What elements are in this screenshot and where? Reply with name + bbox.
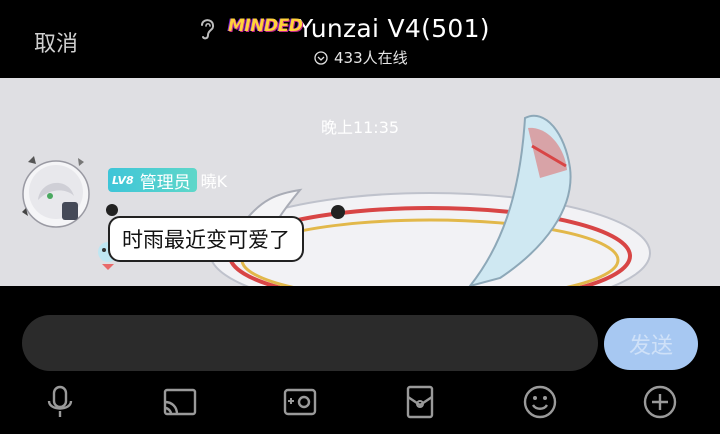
online-count: 433人在线	[334, 49, 408, 67]
composer-toolbar	[0, 380, 720, 424]
cast-icon	[163, 388, 197, 416]
message-input[interactable]	[22, 315, 598, 371]
sender-name-row: LV8 管理员 曉K	[108, 168, 228, 193]
red-packet-icon	[406, 385, 434, 419]
emoji-icon	[523, 385, 557, 419]
role-label: 管理员	[139, 172, 191, 193]
group-name: Yunzai V4(501)	[298, 13, 490, 43]
message-timestamp: 晚上11:35	[320, 118, 400, 137]
microphone-button[interactable]	[40, 380, 80, 424]
sender-avatar[interactable]	[16, 152, 92, 236]
top-bar: 取消 MINDED Yunzai V4(501) 433人在线	[0, 0, 720, 78]
microphone-icon	[47, 385, 73, 417]
online-status: 433人在线	[314, 47, 408, 68]
red-packet-button[interactable]	[400, 380, 440, 424]
ear-icon	[201, 19, 215, 40]
plus-icon	[643, 385, 677, 419]
photo-button[interactable]	[280, 380, 320, 424]
send-button[interactable]: 发送	[604, 318, 698, 370]
check-circle-icon	[314, 50, 328, 65]
more-button[interactable]	[640, 380, 680, 424]
chat-area[interactable]: 晚上11:35 LV8 管理员 曉K 时雨最近变可爱了	[0, 78, 720, 286]
emoji-button[interactable]	[520, 380, 560, 424]
photo-icon	[283, 388, 317, 416]
cancel-button[interactable]: 取消	[34, 26, 78, 58]
cast-button[interactable]	[160, 380, 200, 424]
group-logo: MINDED	[228, 16, 303, 36]
admin-badge: LV8 管理员	[108, 168, 197, 193]
group-title-row[interactable]: MINDED Yunzai V4(501)	[196, 12, 490, 44]
sender-name[interactable]: 曉K	[201, 168, 228, 192]
level-badge: LV8	[112, 173, 134, 187]
message-bubble[interactable]: 时雨最近变可爱了	[108, 216, 304, 262]
